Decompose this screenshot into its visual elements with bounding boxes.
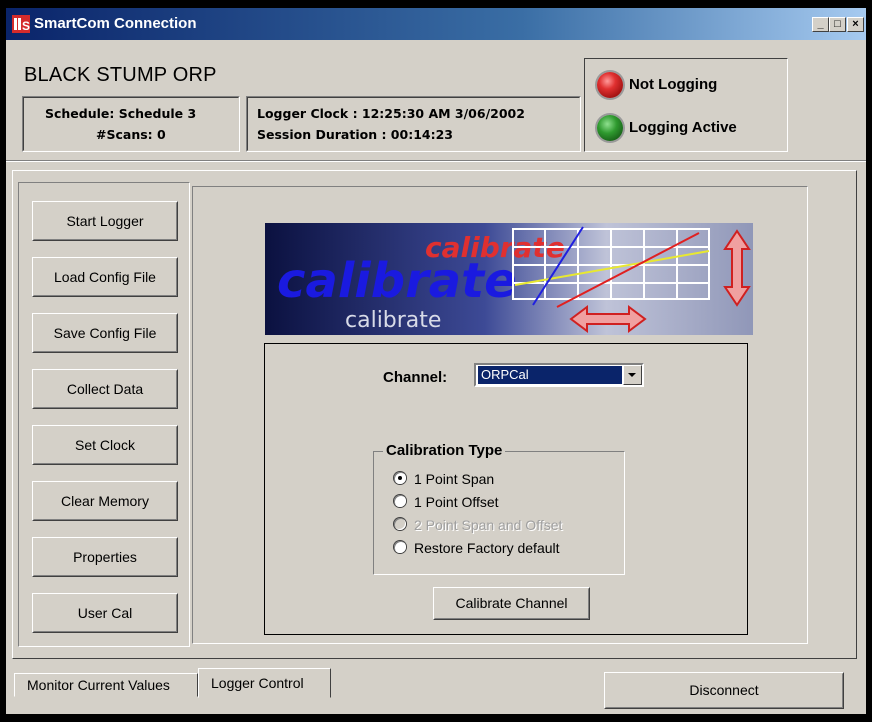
sidebar-button-user-cal[interactable]: User Cal — [32, 593, 178, 633]
maximize-icon: □ — [834, 18, 841, 30]
sidebar-button-label: Properties — [73, 549, 137, 565]
sidebar-button-label: Set Clock — [75, 437, 135, 453]
clock-panel: Logger Clock : 12:25:30 AM 3/06/2002 Ses… — [246, 96, 581, 152]
logging-status-panel: Not Logging Logging Active — [584, 58, 788, 152]
radio-label: 1 Point Offset — [414, 494, 499, 510]
minimize-icon: _ — [817, 18, 824, 30]
chevron-down-icon — [628, 373, 636, 377]
tab-monitor-current-values[interactable]: Monitor Current Values — [14, 673, 198, 697]
app-window: S SmartCom Connection _ □ × BLACK STUMP … — [6, 8, 866, 714]
sidebar-panel — [18, 182, 190, 647]
calibration-type-group — [373, 451, 625, 575]
close-icon: × — [852, 18, 859, 30]
window-title: SmartCom Connection — [34, 15, 197, 32]
logging-active-label: Logging Active — [629, 119, 737, 136]
channel-dropdown-button[interactable] — [623, 365, 642, 385]
schedule-text: Schedule: Schedule 3 — [45, 106, 197, 121]
tab-logger-control[interactable]: Logger Control — [198, 668, 331, 698]
sidebar-button-label: Collect Data — [66, 381, 144, 397]
calibration-type-label: Calibration Type — [383, 442, 506, 459]
radio-label: Restore Factory default — [414, 540, 560, 556]
sidebar-button-clear-memory[interactable]: Clear Memory — [32, 481, 178, 521]
smartcom-app-icon: S — [12, 15, 30, 33]
radio-button — [394, 518, 406, 530]
radio-selected-dot-icon — [398, 476, 402, 480]
minimize-button[interactable]: _ — [812, 17, 829, 32]
disconnect-label: Disconnect — [689, 682, 759, 698]
banner-word-blue: calibrate — [277, 253, 517, 309]
calibrate-channel-button[interactable]: Calibrate Channel — [433, 587, 590, 620]
sidebar-button-properties[interactable]: Properties — [32, 537, 178, 577]
close-button[interactable]: × — [847, 17, 864, 32]
tab-monitor-label: Monitor Current Values — [27, 677, 170, 693]
schedule-panel: Schedule: Schedule 3 #Scans: 0 — [22, 96, 240, 152]
sidebar-button-collect-data[interactable]: Collect Data — [32, 369, 178, 409]
not-logging-label: Not Logging — [629, 76, 718, 93]
sidebar-button-start-logger[interactable]: Start Logger — [32, 201, 178, 241]
calibrate-banner: calibrate calibrate calibrate — [265, 223, 753, 335]
maximize-button[interactable]: □ — [829, 17, 846, 32]
banner-word-grey: calibrate — [345, 308, 441, 333]
radio-button[interactable] — [394, 472, 406, 484]
header-divider — [6, 160, 866, 162]
logging-active-led-icon — [597, 115, 623, 141]
radio-label: 1 Point Span — [414, 471, 495, 487]
sidebar-button-label: Start Logger — [66, 213, 144, 229]
tab-logger-label: Logger Control — [211, 675, 304, 691]
svg-text:S: S — [22, 19, 30, 33]
radio-label: 2 Point Span and Offset — [414, 517, 563, 533]
sidebar-button-label: Save Config File — [53, 325, 157, 341]
title-bar[interactable]: S SmartCom Connection _ □ × — [6, 8, 866, 40]
channel-select[interactable]: ORPCal — [474, 363, 644, 387]
not-logging-led-icon — [597, 72, 623, 98]
radio-button[interactable] — [394, 541, 406, 553]
channel-label: Channel: — [383, 369, 448, 386]
radio-button[interactable] — [394, 495, 406, 507]
calibrate-channel-label: Calibrate Channel — [455, 595, 568, 611]
channel-select-value: ORPCal — [478, 366, 622, 384]
sidebar-button-set-clock[interactable]: Set Clock — [32, 425, 178, 465]
sidebar-button-label: Clear Memory — [61, 493, 149, 509]
logger-clock-text: Logger Clock : 12:25:30 AM 3/06/2002 — [257, 106, 525, 121]
sidebar-button-label: Load Config File — [54, 269, 156, 285]
sidebar-button-load-config-file[interactable]: Load Config File — [32, 257, 178, 297]
session-duration-text: Session Duration : 00:14:23 — [257, 127, 453, 142]
scans-text: #Scans: 0 — [96, 127, 166, 142]
sidebar-button-label: User Cal — [77, 605, 133, 621]
site-name: BLACK STUMP ORP — [24, 64, 217, 86]
sidebar-button-save-config-file[interactable]: Save Config File — [32, 313, 178, 353]
disconnect-button[interactable]: Disconnect — [604, 672, 844, 709]
